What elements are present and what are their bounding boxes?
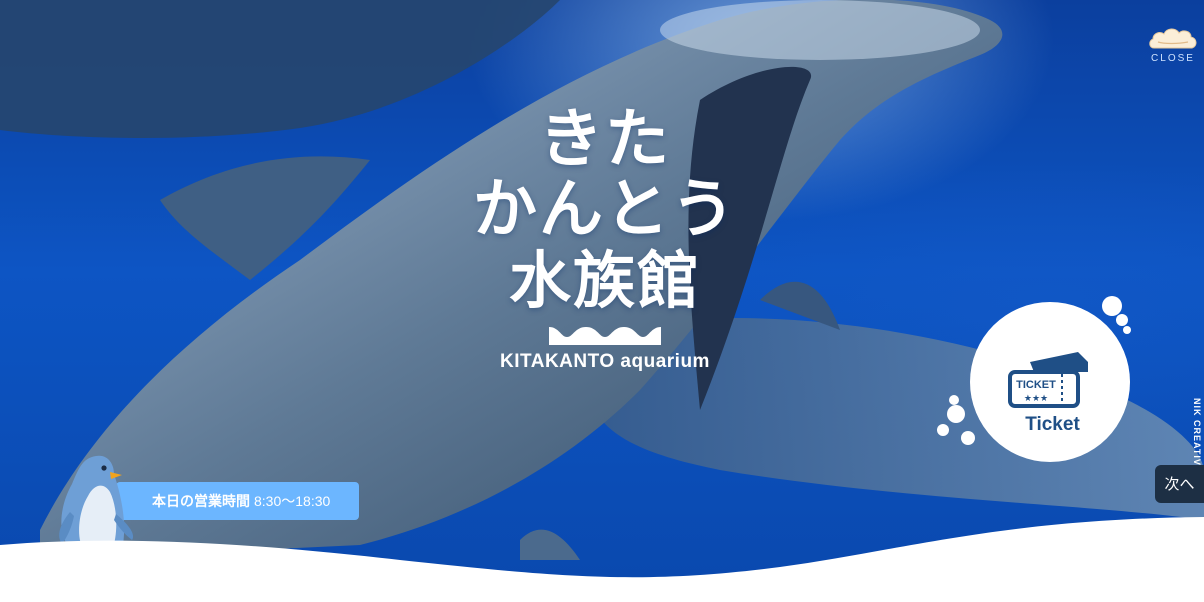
cloud-icon (1149, 28, 1197, 49)
next-button[interactable]: 次へ (1155, 465, 1204, 503)
site-logo[interactable]: きた かんとう 水族館 KITAKANTO aquarium (470, 105, 740, 373)
video-credit: NIK CREATIVE (1192, 398, 1202, 468)
logo-subtitle: KITAKANTO aquarium (500, 351, 710, 372)
ticket-icon: TICKET ★★★ (1008, 352, 1088, 408)
logo-text-line1: きた (539, 103, 671, 177)
ticket-button[interactable]: TICKET ★★★ Ticket (930, 290, 1135, 465)
logo-text-line3: 水族館 (508, 244, 701, 317)
svg-text:★★★: ★★★ (1024, 394, 1048, 404)
close-label: CLOSE (1151, 53, 1195, 64)
ticket-icon-text: TICKET (1016, 379, 1056, 391)
ticket-label: Ticket (1025, 414, 1080, 435)
logo-text-line2: かんとう (473, 173, 737, 247)
wave-icon (549, 327, 661, 345)
close-button[interactable]: CLOSE (1146, 26, 1200, 68)
bottom-wave (0, 517, 1204, 602)
